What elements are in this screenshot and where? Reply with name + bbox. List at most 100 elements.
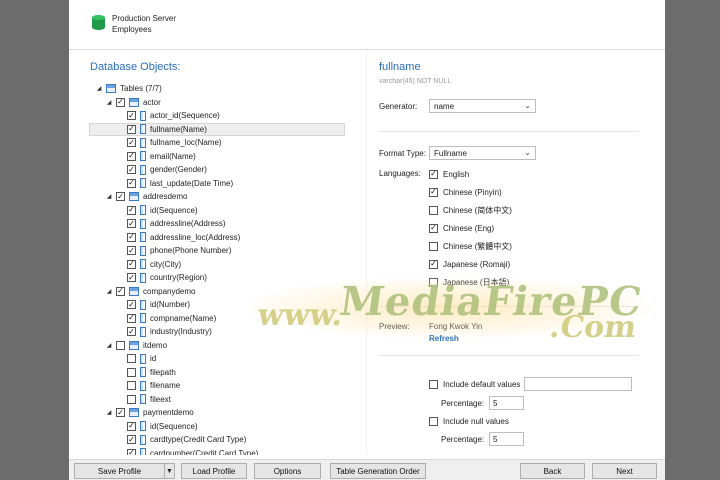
expand-toggle-icon[interactable]: ◢ — [105, 342, 113, 349]
tree-column-item[interactable]: ✓ city(City) — [127, 258, 181, 271]
language-option[interactable]: ✓ Japanese (Romaji) — [429, 258, 510, 270]
include-default-checkbox[interactable] — [429, 379, 438, 389]
tree-checkbox[interactable] — [127, 367, 136, 377]
tree-checkbox[interactable]: ✓ — [127, 300, 136, 309]
database-objects-tree[interactable]: ◢ Tables (7/7) ◢ ✓ actor ✓ actor_id(Sequence) ✓… — [69, 80, 359, 455]
generator-label: Generator: — [379, 102, 418, 111]
tree-column-item[interactable]: ✓ id(Sequence) — [127, 420, 198, 433]
tree-checkbox[interactable]: ✓ — [116, 192, 125, 201]
back-button[interactable]: Back — [520, 463, 585, 479]
language-checkbox[interactable] — [429, 205, 438, 215]
tree-column-item[interactable]: ✓ phone(Phone Number) — [127, 244, 231, 257]
tree-checkbox[interactable]: ✓ — [116, 286, 125, 296]
tree-table-item[interactable]: ◢ ✓ paymentdemo — [105, 406, 194, 419]
tree-column-item[interactable]: ✓ cardnumber(Credit Card Type) — [127, 447, 258, 455]
tree-column-item[interactable]: ✓ id(Sequence) — [127, 204, 198, 217]
tree-column-item[interactable]: ✓ country(Region) — [127, 271, 207, 284]
tree-column-item[interactable]: ✓ fullname(Name) — [89, 122, 345, 136]
include-null-checkbox[interactable] — [429, 416, 438, 426]
tree-table-item[interactable]: ◢ itdemo — [105, 339, 167, 352]
expand-toggle-icon[interactable]: ◢ — [95, 85, 103, 92]
expand-toggle-icon[interactable]: ◢ — [105, 409, 113, 416]
language-checkbox[interactable]: ✓ — [429, 259, 438, 269]
tree-column-item[interactable]: ✓ fullname_loc(Name) — [127, 136, 222, 149]
percentage-default-input[interactable]: 5 — [489, 396, 524, 410]
language-option[interactable]: ✓ Chinese (Eng) — [429, 222, 494, 234]
tree-column-item[interactable]: ✓ addressline(Address) — [127, 217, 226, 230]
table-generation-order-button[interactable]: Table Generation Order — [330, 463, 426, 479]
tree-column-item[interactable]: ✓ last_update(Date Time) — [127, 177, 233, 190]
language-checkbox[interactable]: ✓ — [429, 223, 438, 233]
tree-table-item[interactable]: ◢ ✓ companydemo — [105, 285, 195, 298]
expand-toggle-icon[interactable]: ◢ — [105, 193, 113, 200]
tree-checkbox[interactable]: ✓ — [127, 313, 136, 323]
tree-checkbox[interactable]: ✓ — [127, 165, 136, 174]
tree-checkbox[interactable]: ✓ — [127, 259, 136, 269]
language-option[interactable]: Chinese (简体中文) — [429, 204, 512, 216]
tree-column-item[interactable]: ✓ gender(Gender) — [127, 163, 207, 176]
language-option[interactable]: Chinese (繁體中文) — [429, 240, 512, 252]
tree-checkbox[interactable]: ✓ — [127, 448, 136, 455]
tree-checkbox[interactable]: ✓ — [127, 327, 136, 336]
tree-table-item[interactable]: ◢ ✓ actor — [105, 96, 161, 109]
tree-column-item[interactable]: id — [127, 352, 156, 365]
column-icon — [140, 178, 146, 188]
default-values-input[interactable] — [524, 377, 632, 391]
tree-column-item[interactable]: fileext — [127, 393, 171, 406]
column-icon — [140, 205, 146, 215]
tree-column-item[interactable]: ✓ addressline_loc(Address) — [127, 231, 240, 244]
tree-column-item[interactable]: ✓ actor_id(Sequence) — [127, 109, 220, 122]
language-checkbox[interactable]: ✓ — [429, 169, 438, 179]
save-profile-button[interactable]: Save Profile — [74, 463, 165, 479]
tree-checkbox[interactable]: ✓ — [127, 111, 136, 120]
format-type-select[interactable]: Fullname ⌄ — [429, 146, 536, 160]
language-option[interactable]: ✓ English — [429, 168, 469, 180]
tree-checkbox[interactable]: ✓ — [127, 205, 136, 215]
include-null-option[interactable]: Include null values — [429, 415, 509, 427]
tree-checkbox[interactable]: ✓ — [127, 178, 136, 188]
tree-column-item[interactable]: ✓ compname(Name) — [127, 312, 216, 325]
tree-checkbox[interactable]: ✓ — [127, 273, 136, 282]
tree-column-item[interactable]: ✓ email(Name) — [127, 150, 196, 163]
tree-checkbox[interactable]: ✓ — [116, 97, 125, 107]
language-checkbox[interactable] — [429, 241, 438, 251]
table-icon — [106, 84, 116, 93]
language-option[interactable]: Japanese (日本語) — [429, 276, 509, 288]
tree-column-item[interactable]: ✓ id(Number) — [127, 298, 190, 311]
column-icon — [140, 272, 146, 283]
tree-checkbox[interactable]: ✓ — [127, 138, 136, 147]
next-button[interactable]: Next — [592, 463, 657, 479]
tree-checkbox[interactable]: ✓ — [127, 219, 136, 228]
tree-checkbox[interactable] — [127, 381, 136, 390]
preview-label: Preview: — [379, 322, 410, 331]
expand-toggle-icon[interactable]: ◢ — [105, 288, 113, 295]
language-label: Chinese (Pinyin) — [443, 187, 502, 197]
tree-root-item[interactable]: ◢ Tables (7/7) — [95, 82, 162, 95]
language-option[interactable]: ✓ Chinese (Pinyin) — [429, 186, 502, 198]
percentage-null-input[interactable]: 5 — [489, 432, 524, 446]
tree-column-item[interactable]: ✓ industry(Industry) — [127, 325, 212, 338]
tree-table-item[interactable]: ◢ ✓ addresdemo — [105, 190, 187, 203]
tree-checkbox[interactable] — [116, 340, 125, 350]
tree-column-item[interactable]: filename — [127, 379, 180, 392]
language-checkbox[interactable] — [429, 277, 438, 287]
tree-column-item[interactable]: ✓ cardtype(Credit Card Type) — [127, 433, 246, 446]
tree-checkbox[interactable]: ✓ — [127, 435, 136, 444]
tree-column-item[interactable]: filepath — [127, 366, 176, 379]
save-profile-dropdown[interactable]: ▼ — [164, 463, 175, 479]
options-button[interactable]: Options — [254, 463, 321, 479]
load-profile-button[interactable]: Load Profile — [181, 463, 247, 479]
tree-checkbox[interactable]: ✓ — [127, 151, 136, 161]
include-default-option[interactable]: Include default values — [429, 378, 520, 390]
tree-checkbox[interactable]: ✓ — [127, 232, 136, 242]
expand-toggle-icon[interactable]: ◢ — [105, 99, 113, 106]
refresh-link[interactable]: Refresh — [429, 334, 459, 343]
tree-checkbox[interactable] — [127, 354, 136, 363]
generator-select[interactable]: name ⌄ — [429, 99, 536, 113]
tree-checkbox[interactable]: ✓ — [116, 408, 125, 417]
tree-checkbox[interactable]: ✓ — [127, 124, 136, 134]
tree-checkbox[interactable] — [127, 394, 136, 404]
language-checkbox[interactable]: ✓ — [429, 187, 438, 197]
tree-checkbox[interactable]: ✓ — [127, 421, 136, 431]
tree-checkbox[interactable]: ✓ — [127, 246, 136, 255]
